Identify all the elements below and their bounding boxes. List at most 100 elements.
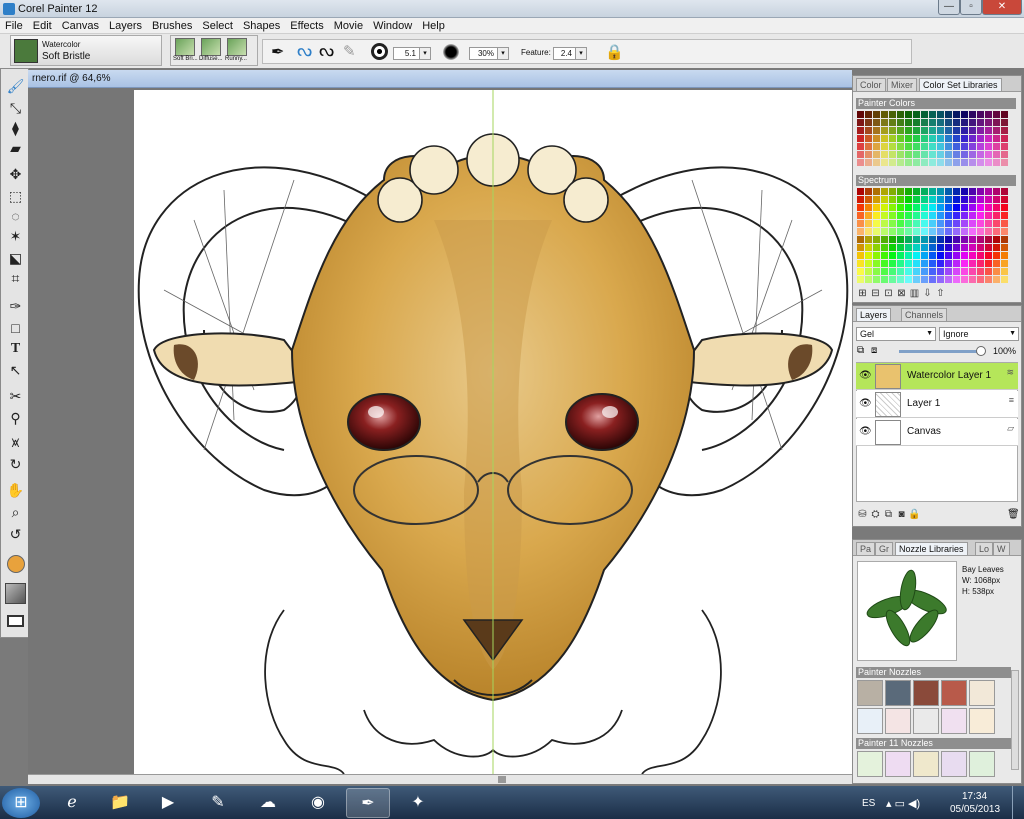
color-swatch[interactable] bbox=[897, 188, 904, 195]
color-swatch[interactable] bbox=[993, 151, 1000, 158]
painter-shortcut-icon[interactable]: ✎ bbox=[196, 788, 240, 818]
color-swatch[interactable] bbox=[993, 188, 1000, 195]
color-swatch[interactable] bbox=[889, 244, 896, 251]
color-swatch[interactable] bbox=[857, 252, 864, 259]
color-swatch[interactable] bbox=[897, 196, 904, 203]
color-swatch[interactable] bbox=[1001, 252, 1008, 259]
composite-depth-select[interactable]: Ignore ▼ bbox=[939, 327, 1019, 341]
color-swatch[interactable] bbox=[905, 244, 912, 251]
color-swatch[interactable] bbox=[929, 236, 936, 243]
find-color-icon[interactable]: ⊡ bbox=[882, 288, 895, 299]
color-swatch[interactable] bbox=[897, 143, 904, 150]
tab-color[interactable]: Color bbox=[856, 78, 886, 91]
color-swatch[interactable] bbox=[937, 204, 944, 211]
color-swatch[interactable] bbox=[969, 135, 976, 142]
color-swatch[interactable] bbox=[953, 159, 960, 166]
color-swatch[interactable] bbox=[945, 143, 952, 150]
color-swatch[interactable] bbox=[961, 196, 968, 203]
color-swatch[interactable] bbox=[913, 196, 920, 203]
cloner-tool-icon[interactable]: ✂ bbox=[6, 387, 25, 406]
color-swatch[interactable] bbox=[985, 228, 992, 235]
rectangular-selection-icon[interactable]: ⬚ bbox=[6, 187, 25, 206]
color-swatch[interactable] bbox=[873, 268, 880, 275]
rectangle-shape-icon[interactable]: □ bbox=[6, 319, 25, 338]
opacity-field[interactable]: 30% ▾ bbox=[469, 47, 509, 60]
color-swatch[interactable] bbox=[865, 260, 872, 267]
canvas-area[interactable] bbox=[28, 88, 852, 774]
color-swatch[interactable] bbox=[873, 143, 880, 150]
magnifier-icon[interactable]: ⌕ bbox=[6, 503, 25, 522]
color-swatch[interactable] bbox=[937, 276, 944, 283]
color-swatch[interactable] bbox=[937, 127, 944, 134]
rotate-page-icon[interactable]: ↺ bbox=[6, 525, 25, 544]
color-swatch[interactable] bbox=[993, 127, 1000, 134]
color-swatch[interactable] bbox=[953, 188, 960, 195]
color-swatch[interactable] bbox=[929, 127, 936, 134]
color-swatch[interactable] bbox=[937, 119, 944, 126]
nozzle-thumb[interactable] bbox=[885, 751, 911, 777]
color-swatch[interactable] bbox=[977, 127, 984, 134]
color-swatch[interactable] bbox=[921, 196, 928, 203]
color-swatch[interactable] bbox=[921, 143, 928, 150]
color-swatch[interactable] bbox=[993, 196, 1000, 203]
color-swatch[interactable] bbox=[865, 236, 872, 243]
color-swatch[interactable] bbox=[857, 244, 864, 251]
color-swatch[interactable] bbox=[857, 188, 864, 195]
tab-nozzle-libraries[interactable]: Nozzle Libraries bbox=[895, 542, 968, 555]
color-swatch[interactable] bbox=[969, 220, 976, 227]
color-swatch[interactable] bbox=[897, 151, 904, 158]
clock-date[interactable]: 05/05/2013 bbox=[950, 804, 1000, 815]
color-swatch[interactable] bbox=[1001, 111, 1008, 118]
color-swatch[interactable] bbox=[889, 151, 896, 158]
color-swatch[interactable] bbox=[897, 119, 904, 126]
minimize-button[interactable]: — bbox=[938, 0, 960, 15]
color-swatch[interactable] bbox=[857, 212, 864, 219]
color-swatch[interactable] bbox=[865, 151, 872, 158]
color-swatch[interactable] bbox=[897, 220, 904, 227]
color-swatch[interactable] bbox=[929, 252, 936, 259]
color-swatch[interactable] bbox=[945, 268, 952, 275]
color-swatch[interactable] bbox=[873, 236, 880, 243]
color-swatch[interactable] bbox=[889, 228, 896, 235]
color-swatch[interactable] bbox=[889, 260, 896, 267]
tab-looks[interactable]: Lo bbox=[975, 542, 994, 555]
reset-tool-icon[interactable]: ✒ bbox=[271, 42, 284, 62]
color-swatch[interactable] bbox=[905, 212, 912, 219]
color-swatch[interactable] bbox=[985, 127, 992, 134]
color-swatch[interactable] bbox=[881, 252, 888, 259]
color-swatch[interactable] bbox=[881, 151, 888, 158]
color-swatch[interactable] bbox=[913, 244, 920, 251]
color-swatch[interactable] bbox=[977, 260, 984, 267]
color-swatch[interactable] bbox=[905, 260, 912, 267]
recent-brush-2[interactable]: Diffuse... bbox=[199, 38, 223, 64]
crop-tool-icon[interactable]: ⌗ bbox=[6, 269, 25, 288]
color-swatch[interactable] bbox=[889, 143, 896, 150]
color-swatch[interactable] bbox=[929, 268, 936, 275]
color-swatch[interactable] bbox=[913, 228, 920, 235]
color-swatch[interactable] bbox=[993, 220, 1000, 227]
opacity-slider-handle[interactable] bbox=[976, 346, 986, 356]
close-button[interactable]: ✕ bbox=[982, 0, 1022, 15]
export-icon[interactable]: ⇧ bbox=[934, 288, 947, 299]
color-swatch[interactable] bbox=[889, 119, 896, 126]
color-swatch[interactable] bbox=[993, 111, 1000, 118]
color-swatch[interactable] bbox=[969, 212, 976, 219]
remove-color-icon[interactable]: ⊟ bbox=[869, 288, 882, 299]
color-swatch[interactable] bbox=[929, 135, 936, 142]
color-swatch[interactable] bbox=[897, 228, 904, 235]
color-swatch[interactable] bbox=[889, 252, 896, 259]
color-swatch[interactable] bbox=[889, 196, 896, 203]
color-swatch[interactable] bbox=[857, 276, 864, 283]
color-swatch[interactable] bbox=[985, 119, 992, 126]
color-swatch[interactable] bbox=[945, 159, 952, 166]
recent-brush-1[interactable]: Soft Bri... bbox=[173, 38, 198, 64]
color-swatch[interactable] bbox=[1001, 220, 1008, 227]
color-swatch[interactable] bbox=[865, 127, 872, 134]
painter-colors-swatches[interactable] bbox=[857, 111, 1008, 166]
color-swatch[interactable] bbox=[969, 159, 976, 166]
visibility-eye-icon[interactable]: 👁 bbox=[859, 426, 872, 437]
pen-tool-icon[interactable]: ✑ bbox=[6, 297, 25, 316]
color-swatch[interactable] bbox=[937, 252, 944, 259]
import-icon[interactable]: ⇩ bbox=[921, 288, 934, 299]
color-swatch[interactable] bbox=[881, 236, 888, 243]
